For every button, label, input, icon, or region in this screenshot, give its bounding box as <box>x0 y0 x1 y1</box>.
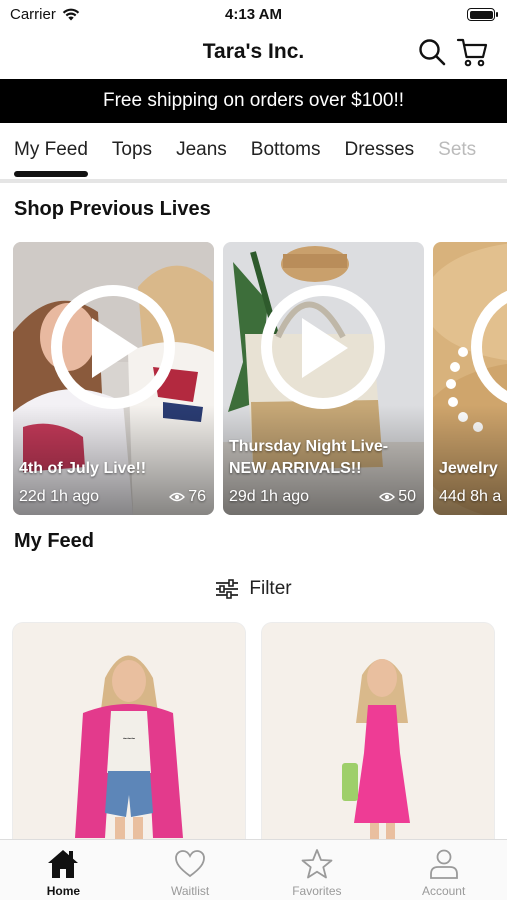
tab-waitlist-label: Waitlist <box>171 884 210 898</box>
view-count: 50 <box>398 488 416 505</box>
filter-sliders-icon <box>216 579 239 599</box>
tab-home[interactable]: Home <box>0 840 127 900</box>
product-card[interactable] <box>262 623 494 863</box>
heart-icon <box>175 850 206 878</box>
tab-home-label: Home <box>46 884 81 898</box>
tab-bottoms[interactable]: Bottoms <box>251 123 321 179</box>
status-bar: Carrier 4:13 AM <box>0 0 507 28</box>
star-icon <box>301 849 333 879</box>
play-icon[interactable] <box>261 285 385 409</box>
live-views: 50 <box>379 488 416 506</box>
tab-account-label: Account <box>421 884 466 898</box>
product-image: ~~~ <box>13 623 245 863</box>
tab-waitlist[interactable]: Waitlist <box>127 840 254 900</box>
filter-label: Filter <box>249 578 292 599</box>
tab-sets[interactable]: Sets <box>438 123 476 179</box>
battery-icon <box>467 8 498 21</box>
live-age: 44d 8h a <box>439 488 502 505</box>
my-feed-heading: My Feed <box>14 530 95 552</box>
tab-tops[interactable]: Tops <box>112 123 152 179</box>
live-views: 76 <box>169 488 206 506</box>
previous-lives-carousel[interactable]: 4th of July Live!! 22d 1h ago 76 Thursda… <box>13 242 507 516</box>
live-card[interactable]: Jewelry 44d 8h a <box>433 242 507 515</box>
tab-jeans[interactable]: Jeans <box>176 123 227 179</box>
cart-icon[interactable] <box>456 36 488 68</box>
promo-banner[interactable]: Free shipping on orders over $100!! <box>0 79 507 123</box>
live-card[interactable]: Thursday Night Live- NEW ARRIVALS!! 29d … <box>223 242 424 515</box>
live-card[interactable]: 4th of July Live!! 22d 1h ago 76 <box>13 242 214 515</box>
tab-my-feed[interactable]: My Feed <box>14 123 88 179</box>
live-age: 29d 1h ago <box>229 488 310 505</box>
tab-account[interactable]: Account <box>380 840 507 900</box>
tab-favorites-label: Favorites <box>292 884 342 898</box>
product-card[interactable]: ~~~ <box>13 623 245 863</box>
tab-dresses[interactable]: Dresses <box>344 123 414 179</box>
play-icon[interactable] <box>51 285 175 409</box>
eye-icon <box>169 492 186 502</box>
previous-lives-heading: Shop Previous Lives <box>14 198 211 220</box>
tabs-divider <box>0 179 507 183</box>
person-icon <box>429 849 458 879</box>
live-age: 22d 1h ago <box>19 488 100 505</box>
filter-button[interactable]: Filter <box>0 574 507 604</box>
live-title: Jewelry <box>439 460 498 477</box>
bottom-tab-bar: Home Waitlist Favorites Account <box>0 839 507 900</box>
status-time: 4:13 AM <box>225 6 282 23</box>
category-tabs: My Feed Tops Jeans Bottoms Dresses Sets <box>0 123 507 179</box>
svg-text:~~~: ~~~ <box>123 736 135 743</box>
live-title: 4th of July Live!! <box>19 460 147 477</box>
nav-bar: Tara's Inc. <box>0 28 507 78</box>
home-icon <box>48 850 79 878</box>
eye-icon <box>379 492 396 502</box>
product-image <box>262 623 494 863</box>
view-count: 76 <box>188 488 206 505</box>
search-icon[interactable] <box>418 38 446 66</box>
tab-favorites[interactable]: Favorites <box>254 840 381 900</box>
live-title: Thursday Night Live- NEW ARRIVALS!! <box>229 438 389 477</box>
